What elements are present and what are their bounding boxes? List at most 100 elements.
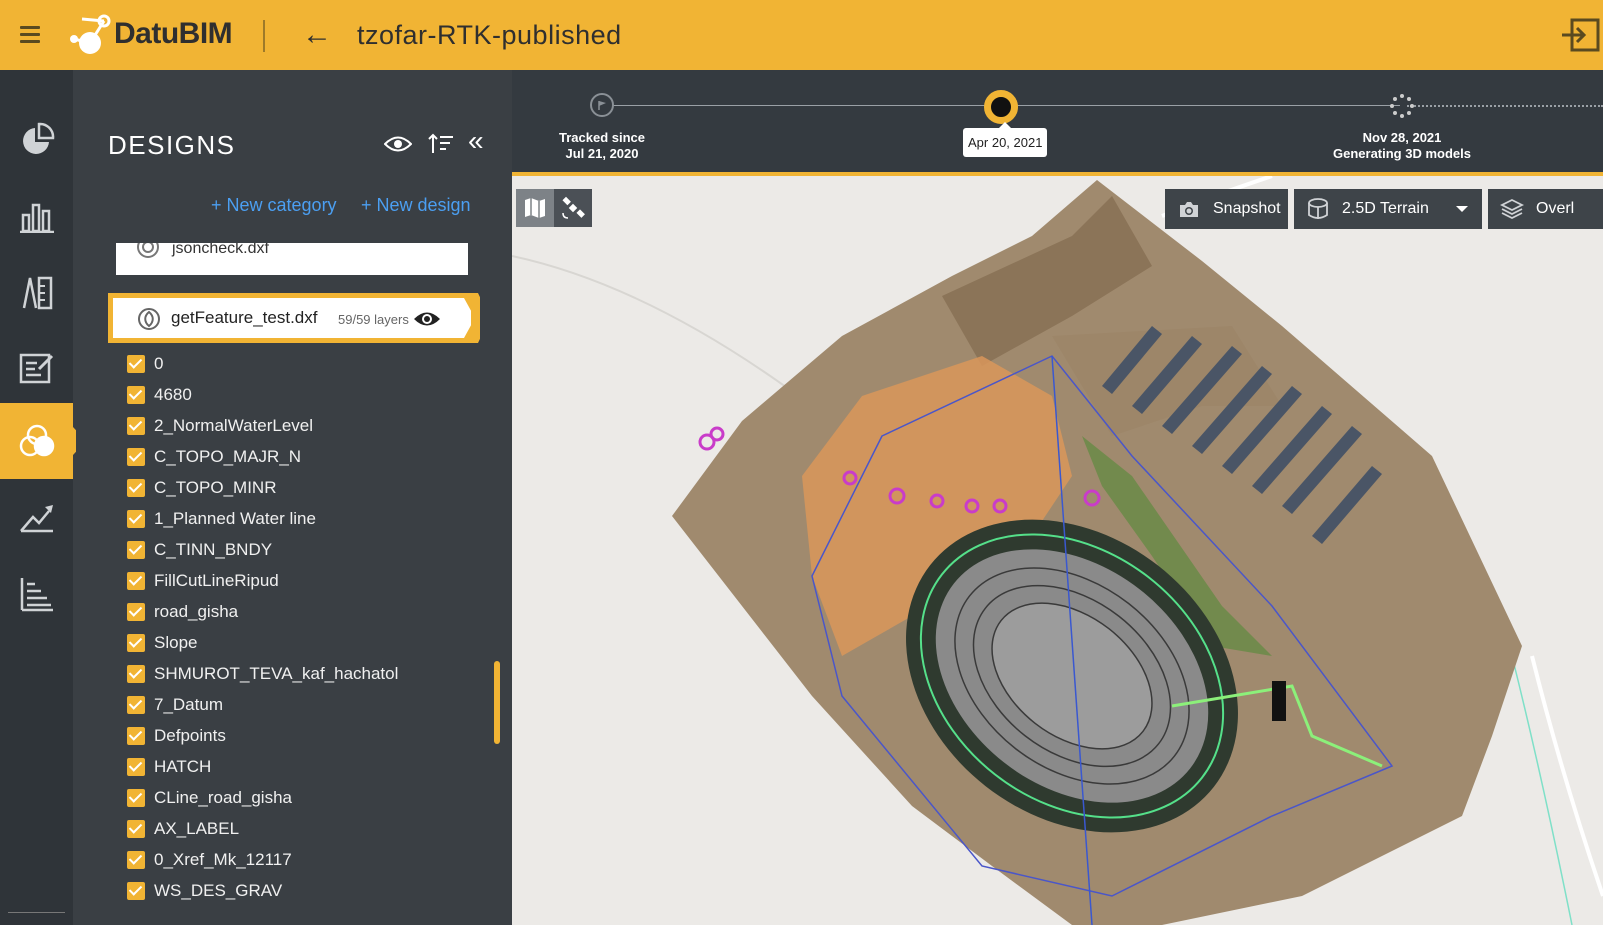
layer-checkbox[interactable]	[127, 882, 145, 900]
timeline-start-label: Tracked since Jul 21, 2020	[552, 130, 652, 162]
timeline-current-node[interactable]	[984, 90, 1018, 124]
measure-draw-icon	[19, 505, 53, 533]
new-design-button[interactable]: + New design	[361, 195, 471, 216]
layer-item[interactable]: road_gisha	[127, 598, 467, 626]
layer-item[interactable]: HATCH	[127, 753, 467, 781]
layer-name: Slope	[154, 633, 198, 652]
rail-schedule[interactable]	[0, 556, 73, 632]
layer-item[interactable]: WS_DES_GRAV	[127, 877, 467, 905]
layer-item[interactable]: AX_LABEL	[127, 815, 467, 843]
visibility-eye-icon[interactable]	[413, 310, 441, 328]
layer-item[interactable]: Defpoints	[127, 722, 467, 750]
satellite-view-button[interactable]	[554, 189, 592, 227]
rail-designs[interactable]	[0, 403, 86, 479]
timeline-end-label: Nov 28, 2021 Generating 3D models	[1322, 130, 1482, 162]
layer-checkbox[interactable]	[127, 758, 145, 776]
layer-item[interactable]: 2_NormalWaterLevel	[127, 412, 467, 440]
layer-checkbox[interactable]	[127, 603, 145, 621]
layer-checkbox[interactable]	[127, 789, 145, 807]
new-category-button[interactable]: + New category	[211, 195, 337, 216]
back-arrow-icon[interactable]: ←	[302, 20, 332, 50]
designs-panel: DESIGNS « + New category + New design js…	[76, 103, 513, 925]
timeline-future-track	[1407, 105, 1603, 107]
layer-checkbox[interactable]	[127, 479, 145, 497]
left-icon-rail	[0, 70, 86, 925]
layer-item[interactable]: FillCutLineRipud	[127, 567, 467, 595]
overlay-button[interactable]: Overl	[1488, 189, 1603, 229]
layer-name: FillCutLineRipud	[154, 571, 279, 590]
layer-item[interactable]: 1_Planned Water line	[127, 505, 467, 533]
panel-title: DESIGNS	[108, 130, 236, 160]
layer-checkbox[interactable]	[127, 355, 145, 373]
layer-item[interactable]: C_TOPO_MAJR_N	[127, 443, 467, 471]
project-title: tzofar-RTK-published	[357, 20, 622, 50]
top-header: DatuBIM ← tzofar-RTK-published	[0, 0, 1603, 70]
datubim-logo-icon	[70, 14, 111, 54]
timeline-current-date: Apr 20, 2021	[963, 122, 1048, 157]
rail-reports[interactable]	[0, 330, 73, 406]
layer-checkbox[interactable]	[127, 541, 145, 559]
layer-checkbox[interactable]	[127, 820, 145, 838]
active-design-card[interactable]: getFeature_test.dxf 59/59 layers	[108, 293, 480, 343]
sort-icon[interactable]	[428, 133, 454, 155]
designs-layers-icon	[19, 424, 54, 457]
timeline-start-text: Tracked since	[559, 130, 645, 145]
panel-scrollbar[interactable]	[494, 661, 500, 744]
rail-analytics[interactable]	[0, 178, 73, 254]
terrain-cube-icon	[1308, 198, 1328, 219]
layers-icon	[1500, 198, 1524, 220]
snapshot-button[interactable]: Snapshot	[1165, 189, 1288, 229]
timeline-end-date: Nov 28, 2021	[1362, 130, 1442, 145]
rail-dashboard[interactable]	[0, 102, 73, 178]
menu-icon[interactable]	[20, 26, 40, 44]
layer-name: C_TOPO_MINR	[154, 478, 277, 497]
flag-icon	[598, 101, 606, 110]
layer-item[interactable]: 7_Datum	[127, 691, 467, 719]
layer-name: 0_Xref_Mk_12117	[154, 850, 292, 869]
layer-checkbox[interactable]	[127, 448, 145, 466]
layer-checkbox[interactable]	[127, 510, 145, 528]
collapse-panel-icon[interactable]: «	[468, 125, 484, 157]
rail-survey[interactable]	[0, 254, 73, 330]
map-icon	[525, 198, 545, 218]
layer-item[interactable]: C_TOPO_MINR	[127, 474, 467, 502]
terrain-dropdown[interactable]: 2.5D Terrain	[1294, 189, 1482, 229]
logo-text: DatuBIM	[114, 17, 233, 50]
layer-checkbox[interactable]	[127, 417, 145, 435]
survey-tools-icon	[22, 276, 52, 310]
layer-item[interactable]: SHMUROT_TEVA_kaf_hachatol	[127, 660, 467, 688]
layer-checkbox[interactable]	[127, 572, 145, 590]
timeline: Tracked since Jul 21, 2020 Apr 20, 2021 …	[512, 70, 1603, 172]
timeline-start-node[interactable]	[590, 93, 614, 117]
layer-item[interactable]: C_TINN_BNDY	[127, 536, 467, 564]
map-view[interactable]: Snapshot 2.5D Terrain Overl	[512, 176, 1603, 925]
layer-item[interactable]: Slope	[127, 629, 467, 657]
layer-checkbox[interactable]	[127, 696, 145, 714]
layer-item[interactable]: 0	[127, 350, 467, 378]
design-file-name: jsoncheck.dxf	[172, 243, 269, 257]
logout-icon[interactable]	[1562, 18, 1600, 52]
layer-name: C_TINN_BNDY	[154, 540, 273, 559]
timeline-end-status: Generating 3D models	[1333, 146, 1471, 161]
bar-chart-icon	[19, 203, 54, 233]
map-view-button[interactable]	[516, 189, 554, 227]
layer-name: C_TOPO_MAJR_N	[154, 447, 302, 466]
layer-name: 2_NormalWaterLevel	[154, 416, 314, 435]
layer-checkbox[interactable]	[127, 386, 145, 404]
layer-name: 0	[154, 354, 164, 373]
site-ortho-map[interactable]	[512, 176, 1603, 925]
rail-measure[interactable]	[0, 480, 73, 556]
design-file-icon	[137, 243, 159, 258]
layer-checkbox[interactable]	[127, 634, 145, 652]
layer-item[interactable]: 4680	[127, 381, 467, 409]
layer-count: 59/59 layers	[338, 312, 409, 327]
layer-checkbox[interactable]	[127, 727, 145, 745]
layer-checkbox[interactable]	[127, 665, 145, 683]
layer-name: AX_LABEL	[154, 819, 240, 838]
eye-icon[interactable]	[384, 135, 412, 153]
layer-checkbox[interactable]	[127, 851, 145, 869]
design-file-card[interactable]: jsoncheck.dxf	[116, 243, 468, 275]
overlay-label: Overl	[1536, 200, 1575, 217]
layer-item[interactable]: CLine_road_gisha	[127, 784, 467, 812]
layer-item[interactable]: 0_Xref_Mk_12117	[127, 846, 467, 874]
